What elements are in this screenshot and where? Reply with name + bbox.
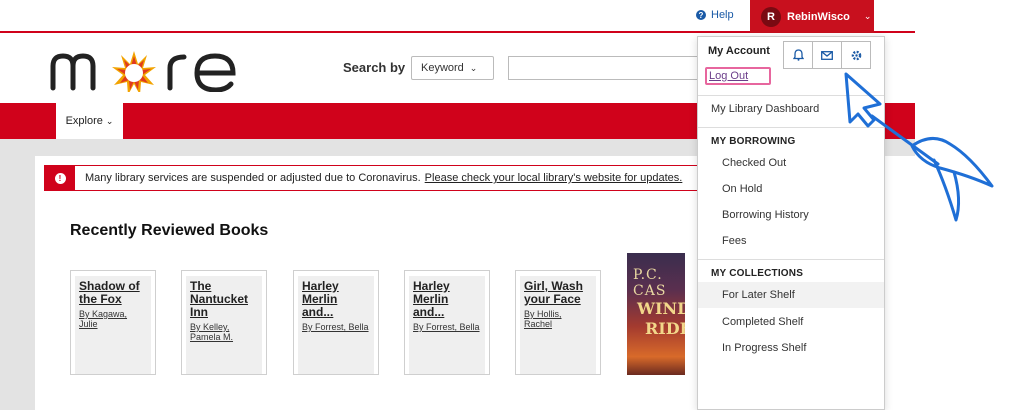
help-label: Help <box>711 9 734 21</box>
cover-title-text: RIDE <box>645 319 685 338</box>
chevron-down-icon: ⌄ <box>863 11 872 21</box>
envelope-icon[interactable] <box>812 41 842 69</box>
in-progress-shelf-link[interactable]: In Progress Shelf <box>698 335 884 361</box>
book-title[interactable]: Shadow of the Fox <box>79 280 147 306</box>
section-title: Recently Reviewed Books <box>70 222 269 239</box>
gear-icon[interactable] <box>841 41 871 69</box>
book-card[interactable]: Harley Merlin and... By Forrest, Bella <box>293 270 379 375</box>
divider <box>698 127 884 128</box>
question-circle-icon: ? <box>696 10 706 20</box>
search-type-value: Keyword <box>421 62 464 74</box>
explore-label: Explore <box>65 115 103 127</box>
divider <box>698 259 884 260</box>
book-author[interactable]: By Forrest, Bella <box>413 322 481 332</box>
account-dropdown: My Account Log Out My Library Dashboard … <box>697 36 885 410</box>
help-link[interactable]: ? Help <box>696 9 734 21</box>
book-author[interactable]: By Forrest, Bella <box>302 322 370 332</box>
borrowing-heading: MY BORROWING <box>711 136 796 147</box>
book-author[interactable]: By Kagawa, Julie <box>79 309 147 329</box>
cover-author-text: P.C. CAS <box>633 267 667 299</box>
book-card[interactable]: Shadow of the Fox By Kagawa, Julie <box>70 270 156 375</box>
book-title[interactable]: Harley Merlin and... <box>413 280 481 319</box>
alert-link[interactable]: Please check your local library's websit… <box>425 172 683 184</box>
search-input[interactable] <box>508 56 698 80</box>
search-type-select[interactable]: Keyword ⌄ <box>411 56 494 80</box>
dropdown-header: My Account <box>708 45 770 57</box>
chevron-down-icon: ⌄ <box>105 115 114 126</box>
site-logo[interactable] <box>50 44 240 95</box>
book-title[interactable]: Girl, Wash your Face <box>524 280 592 306</box>
on-hold-link[interactable]: On Hold <box>698 176 884 202</box>
cover-title-text: WIND <box>637 299 685 318</box>
chevron-down-icon: ⌄ <box>469 62 478 73</box>
user-name: RebinWisco <box>787 10 850 23</box>
checked-out-link[interactable]: Checked Out <box>698 150 884 176</box>
completed-shelf-link[interactable]: Completed Shelf <box>698 309 884 335</box>
book-card[interactable]: Harley Merlin and... By Forrest, Bella <box>404 270 490 375</box>
book-author[interactable]: By Kelley, Pamela M. <box>190 322 258 342</box>
dashboard-link[interactable]: My Library Dashboard <box>698 96 884 122</box>
book-card[interactable]: Girl, Wash your Face By Hollis, Rachel <box>515 270 601 375</box>
book-title[interactable]: The Nantucket Inn <box>190 280 258 319</box>
book-card[interactable]: The Nantucket Inn By Kelley, Pamela M. <box>181 270 267 375</box>
account-icon-group <box>783 41 871 69</box>
avatar: R <box>761 6 781 27</box>
bell-icon[interactable] <box>783 41 813 69</box>
book-title[interactable]: Harley Merlin and... <box>302 280 370 319</box>
account-menu-button[interactable]: R RebinWisco ⌄ <box>750 0 874 33</box>
book-cover-image[interactable]: P.C. CAS WIND RIDE <box>627 253 685 375</box>
alert-message: Many library services are suspended or a… <box>85 172 421 184</box>
alert-icon: ! <box>45 166 75 190</box>
fees-link[interactable]: Fees <box>698 228 884 254</box>
page: ? Help R RebinWisco ⌄ Search by Keyword … <box>0 0 1024 410</box>
search-label: Search by <box>343 60 406 75</box>
explore-menu-button[interactable]: Explore ⌄ <box>56 103 123 139</box>
borrowing-history-link[interactable]: Borrowing History <box>698 202 884 228</box>
for-later-shelf-link[interactable]: For Later Shelf <box>698 282 884 308</box>
coronavirus-alert: ! Many library services are suspended or… <box>44 165 704 191</box>
logout-link[interactable]: Log Out <box>705 67 771 85</box>
collections-heading: MY COLLECTIONS <box>711 268 804 279</box>
book-author[interactable]: By Hollis, Rachel <box>524 309 592 329</box>
